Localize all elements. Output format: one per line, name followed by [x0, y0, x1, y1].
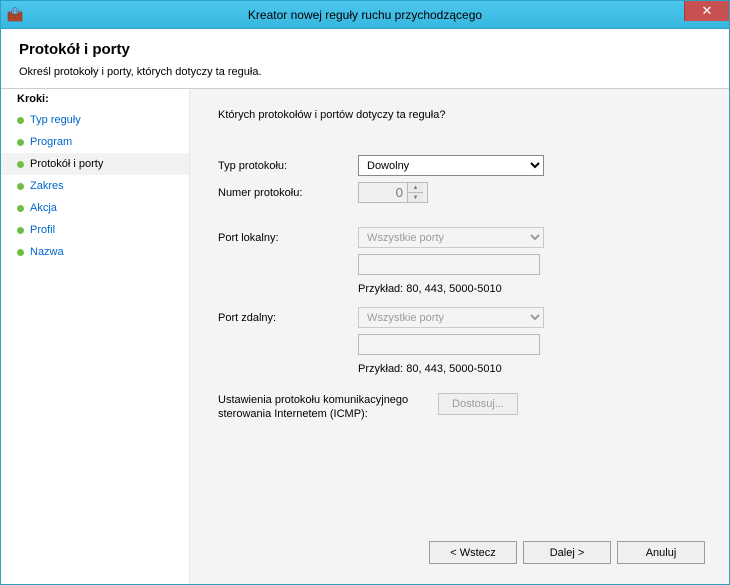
local-port-label: Port lokalny:	[218, 232, 358, 244]
steps-heading: Kroki:	[1, 93, 189, 107]
titlebar: Kreator nowej reguły ruchu przychodząceg…	[1, 1, 729, 29]
close-icon: ✕	[702, 3, 713, 19]
step-bullet-icon	[17, 227, 24, 234]
protocol-number-spinner: ▲ ▼	[358, 182, 428, 203]
step-rule-type[interactable]: Typ reguły	[1, 109, 189, 131]
remote-port-example: Przykład: 80, 443, 5000-5010	[358, 363, 709, 375]
wizard-body: Kroki: Typ reguły Program Protokół i por…	[1, 89, 729, 584]
step-label: Nazwa	[30, 244, 64, 260]
local-port-select: Wszystkie porty	[358, 227, 544, 248]
protocol-number-input	[359, 183, 407, 202]
step-program[interactable]: Program	[1, 131, 189, 153]
local-port-input	[358, 254, 540, 275]
steps-pane: Kroki: Typ reguły Program Protokół i por…	[1, 89, 189, 584]
cancel-button[interactable]: Anuluj	[617, 541, 705, 564]
row-remote-port: Port zdalny: Wszystkie porty	[218, 307, 709, 328]
spinner-up-icon: ▲	[408, 183, 423, 193]
row-remote-port-text	[218, 334, 709, 355]
wizard-window: Kreator nowej reguły ruchu przychodząceg…	[0, 0, 730, 585]
window-title: Kreator nowej reguły ruchu przychodząceg…	[1, 8, 729, 22]
step-label: Zakres	[30, 178, 64, 194]
step-protocol-ports[interactable]: Protokół i porty	[1, 153, 189, 175]
wizard-header: Protokół i porty Określ protokoły i port…	[1, 29, 729, 89]
remote-port-input	[358, 334, 540, 355]
row-local-port: Port lokalny: Wszystkie porty	[218, 227, 709, 248]
next-button[interactable]: Dalej >	[523, 541, 611, 564]
page-title: Protokół i porty	[19, 41, 711, 58]
remote-port-select: Wszystkie porty	[358, 307, 544, 328]
step-label: Profil	[30, 222, 55, 238]
wizard-footer: < Wstecz Dalej > Anuluj	[218, 531, 709, 576]
firewall-app-icon	[7, 7, 23, 23]
steps-list: Typ reguły Program Protokół i porty Zakr…	[1, 109, 189, 263]
step-profile[interactable]: Profil	[1, 219, 189, 241]
protocol-type-label: Typ protokołu:	[218, 160, 358, 172]
step-bullet-icon	[17, 183, 24, 190]
step-bullet-icon	[17, 205, 24, 212]
row-protocol-number: Numer protokołu: ▲ ▼	[218, 182, 709, 203]
customize-button: Dostosuj...	[438, 393, 518, 415]
row-local-port-text	[218, 254, 709, 275]
protocol-number-label: Numer protokołu:	[218, 187, 358, 199]
step-bullet-icon	[17, 139, 24, 146]
content-question: Których protokołów i portów dotyczy ta r…	[218, 109, 709, 121]
close-button[interactable]: ✕	[684, 1, 729, 21]
step-label: Typ reguły	[30, 112, 81, 128]
step-bullet-icon	[17, 249, 24, 256]
back-button[interactable]: < Wstecz	[429, 541, 517, 564]
step-label: Program	[30, 134, 72, 150]
protocol-type-select[interactable]: Dowolny	[358, 155, 544, 176]
step-action[interactable]: Akcja	[1, 197, 189, 219]
row-protocol-type: Typ protokołu: Dowolny	[218, 155, 709, 176]
step-bullet-icon	[17, 117, 24, 124]
remote-port-label: Port zdalny:	[218, 312, 358, 324]
icmp-label: Ustawienia protokołu komunikacyjnego ste…	[218, 393, 438, 421]
content-pane: Których protokołów i portów dotyczy ta r…	[189, 89, 729, 584]
local-port-example: Przykład: 80, 443, 5000-5010	[358, 283, 709, 295]
step-label: Akcja	[30, 200, 57, 216]
step-label: Protokół i porty	[30, 156, 103, 172]
row-icmp: Ustawienia protokołu komunikacyjnego ste…	[218, 393, 709, 421]
page-subtitle: Określ protokoły i porty, których dotycz…	[19, 66, 711, 78]
spinner-down-icon: ▼	[408, 193, 423, 202]
step-scope[interactable]: Zakres	[1, 175, 189, 197]
step-bullet-icon	[17, 161, 24, 168]
step-name[interactable]: Nazwa	[1, 241, 189, 263]
